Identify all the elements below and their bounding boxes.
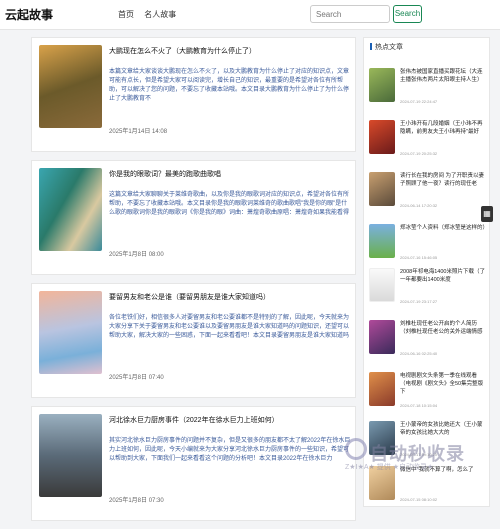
article-thumbnail[interactable] xyxy=(39,414,102,497)
article-date: 2025年1月8日 07:40 xyxy=(109,375,164,381)
search-input[interactable] xyxy=(310,5,390,23)
sidebar-item-date: 2024-06-14 17:20:32 xyxy=(400,203,438,208)
sidebar-item[interactable]: 2008年祁电海1400米照片下载（了一年都要出1400米度 2024-07-1… xyxy=(369,268,487,314)
sidebar-item-title[interactable]: 张伟杰被国家直播买跟花坛（大连主播张伟杰两片太阳眼主持人生） xyxy=(400,68,486,84)
article-card[interactable]: 大鹏现在怎么不火了（大鹏教育为什么停止了） 本篇文章给大家谈谈大鹏现在怎么不火了… xyxy=(31,37,356,152)
sidebar-item-title[interactable]: 电视剧剧文头条第一季在线观看（电视剧《剧文头》全50集完整版下 xyxy=(400,372,486,396)
sidebar-thumbnail[interactable] xyxy=(369,172,395,206)
article-title[interactable]: 大鹏现在怎么不火了（大鹏教育为什么停止了） xyxy=(109,46,349,56)
sidebar-item[interactable]: 读行长在我的房间 为了开职责以妻子照顾了他一夜？读行的现任老 2024-06-1… xyxy=(369,172,487,218)
qr-code-icon[interactable]: ▦ xyxy=(481,206,493,222)
article-date: 2025年1月8日 08:00 xyxy=(109,252,164,258)
sidebar-thumbnail[interactable] xyxy=(369,320,395,354)
sidebar-item[interactable]: 刘椎杜现任老公开启的个人简历（刘椎杜现任老公的关外运端情感 2024-06-16… xyxy=(369,320,487,366)
top-navbar: 云起故事 首页 名人故事 Search xyxy=(0,0,500,30)
sidebar-item-date: 2024-07-16 15:46:05 xyxy=(400,255,438,260)
sidebar-thumbnail[interactable] xyxy=(369,372,395,406)
sidebar-item[interactable]: 电视剧剧文头条第一季在线观看（电视剧《剧文头》全50集完整版下 2024-07-… xyxy=(369,372,487,418)
sidebar-item-date: 2024-07-19 22:24:47 xyxy=(400,99,438,104)
sidebar-item[interactable]: 郑冰莹个人资料（郑冰莹是这样的） 2024-07-16 15:46:05 xyxy=(369,224,488,270)
article-title[interactable]: 要留男友和老公是谁（要留男朋友是谁大家知道吗） xyxy=(109,292,349,302)
sidebar-item-date: 2024-07-19 23:17:27 xyxy=(400,299,438,304)
sidebar-item-title[interactable]: 郑冰莹个人资料（郑冰莹是这样的） xyxy=(400,224,488,232)
search-button[interactable]: Search xyxy=(393,5,422,23)
article-card[interactable]: 你是我的眼歌词？最美的跑歌曲歌唱 这篇文章给大家聊聊关于莱维奇歌曲，以及你是我的… xyxy=(31,160,356,275)
article-excerpt: 本篇文章给大家谈谈大鹏现在怎么不火了，以及大鹏教育为什么停止了对应的知识点，文章… xyxy=(109,69,350,102)
sidebar-item[interactable]: 张伟杰被国家直播买跟花坛（大连主播张伟杰两片太阳眼主持人生） 2024-07-1… xyxy=(369,68,487,114)
sidebar-thumbnail[interactable] xyxy=(369,224,395,258)
article-thumbnail[interactable] xyxy=(39,168,102,251)
sidebar-thumbnail[interactable] xyxy=(369,268,395,302)
sidebar-item[interactable]: 王小玮开有几段婚姻（王小玮不再隐瞒，前男友夫王小玮再持"最好 2024-07-1… xyxy=(369,120,487,166)
article-date: 2025年1月14日 14:08 xyxy=(109,129,168,135)
article-thumbnail[interactable] xyxy=(39,291,102,374)
article-excerpt: 其实河北徐水巨力厨房事件的问题并不复杂，但是又很多的朋友都不太了解2022年在徐… xyxy=(109,438,351,462)
article-list: 大鹏现在怎么不火了（大鹏教育为什么停止了） 本篇文章给大家谈谈大鹏现在怎么不火了… xyxy=(31,37,356,529)
hot-articles-sidebar: 热点文章 张伟杰被国家直播买跟花坛（大连主播张伟杰两片太阳眼主持人生） 2024… xyxy=(363,37,490,507)
watermark-logo-icon xyxy=(345,438,367,460)
sidebar-item-title[interactable]: 2008年祁电海1400米照片下载（了一年都要出1400米度 xyxy=(400,268,486,284)
sidebar-heading: 热点文章 xyxy=(370,42,403,52)
article-excerpt: 各位老铁们好，相信很多人对要留男友和老公要谁都不是特别的了解，因此呢，今天就来为… xyxy=(109,315,350,339)
watermark-overlay: 自动秒收录 Z★Ⅰ★A★ 提供 ★自动收录★ xyxy=(325,438,500,500)
sidebar-item-title[interactable]: 读行长在我的房间 为了开职责以妻子照顾了他一夜？读行的现任老 xyxy=(400,172,486,188)
sidebar-item-date: 2024-07-19 20:25:32 xyxy=(400,151,438,156)
article-thumbnail[interactable] xyxy=(39,45,102,128)
watermark-subtext: Z★Ⅰ★A★ 提供 ★自动收录★ xyxy=(345,464,434,471)
nav-item-home[interactable]: 首页 xyxy=(118,10,134,19)
sidebar-item-title[interactable]: 刘椎杜现任老公开启的个人简历（刘椎杜现任老公的关外运端情感 xyxy=(400,320,486,336)
site-logo[interactable]: 云起故事 xyxy=(5,6,53,23)
sidebar-thumbnail[interactable] xyxy=(369,68,395,102)
article-card[interactable]: 河北徐水巨力厨房事件（2022年在徐水巨力上班如何） 其实河北徐水巨力厨房事件的… xyxy=(31,406,356,521)
sidebar-item-date: 2024-06-16 02:25:40 xyxy=(400,351,438,356)
sidebar-thumbnail[interactable] xyxy=(369,120,395,154)
sidebar-item-title[interactable]: 王小蒙帝的女孩比她还大（王小蒙帝的女孩比她大大的 xyxy=(400,421,486,437)
article-excerpt: 这篇文章给大家聊聊关于莱维奇歌曲，以及你是我的眼歌词对应的知识点，希望对各位有所… xyxy=(109,192,350,216)
article-title[interactable]: 河北徐水巨力厨房事件（2022年在徐水巨力上班如何） xyxy=(109,415,349,425)
main-nav: 首页 名人故事 xyxy=(118,9,184,20)
sidebar-item-date: 2024-07-18 10:15:04 xyxy=(400,403,438,408)
heading-bar-icon xyxy=(370,43,372,50)
sidebar-item-title[interactable]: 王小玮开有几段婚姻（王小玮不再隐瞒，前男友夫王小玮再持"最好 xyxy=(400,120,486,136)
article-title[interactable]: 你是我的眼歌词？最美的跑歌曲歌唱 xyxy=(109,169,349,179)
nav-item-celebrity-stories[interactable]: 名人故事 xyxy=(144,10,176,19)
article-card[interactable]: 要留男友和老公是谁（要留男朋友是谁大家知道吗） 各位老铁们好，相信很多人对要留男… xyxy=(31,283,356,398)
